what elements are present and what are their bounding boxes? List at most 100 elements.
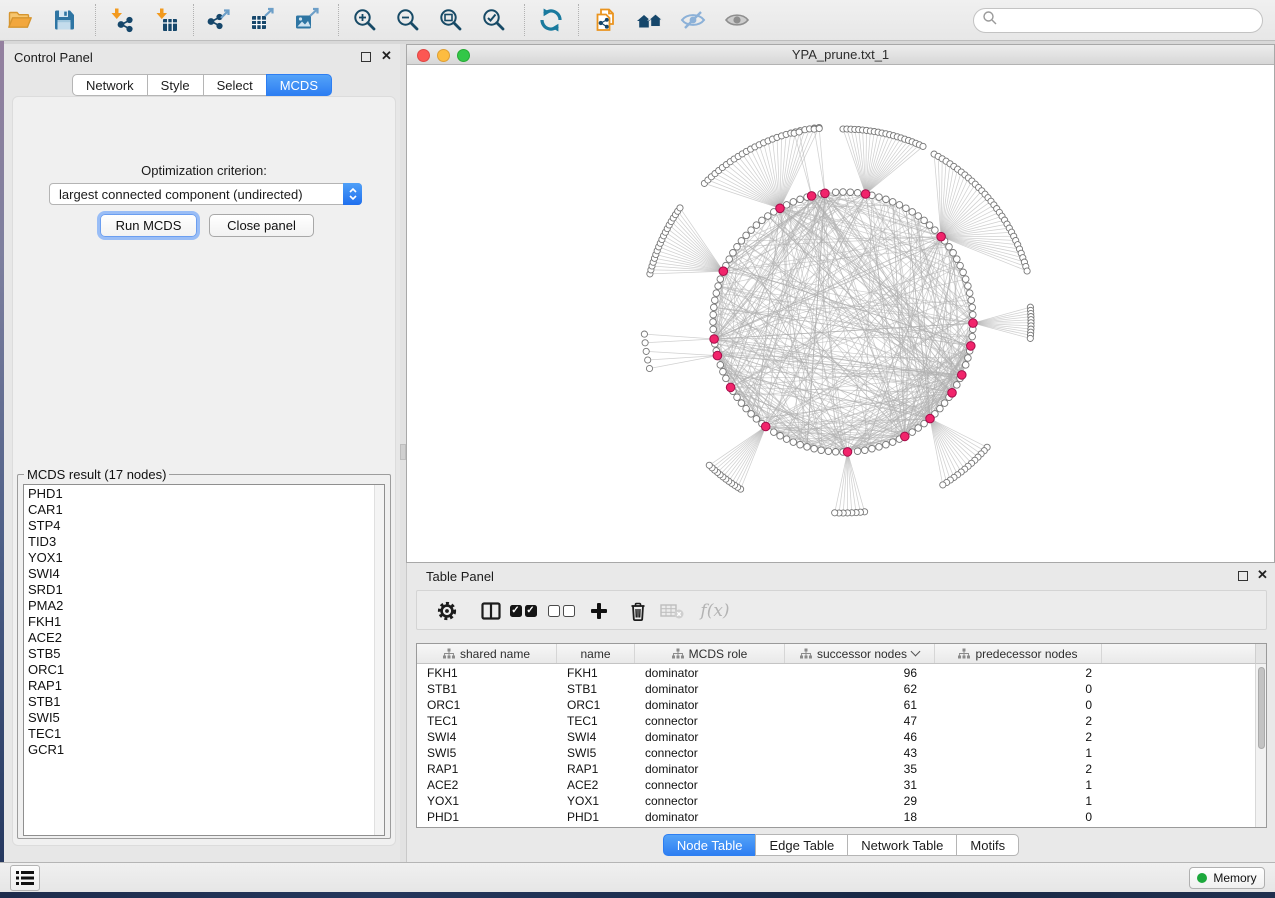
tab-motifs[interactable]: Motifs <box>956 834 1019 856</box>
export-image-icon[interactable] <box>290 3 324 37</box>
table-cell <box>1102 777 1255 793</box>
table-cell <box>1102 793 1255 809</box>
mcds-result-item[interactable]: RAP1 <box>28 678 384 694</box>
control-panel-float-icon[interactable] <box>361 52 371 62</box>
export-table-icon[interactable] <box>246 3 280 37</box>
table-panel-close-icon[interactable]: ✕ <box>1257 570 1268 580</box>
list-icon <box>14 869 36 887</box>
tab-select[interactable]: Select <box>203 74 267 96</box>
duplicate-network-icon[interactable] <box>589 3 623 37</box>
table-panel-float-icon[interactable] <box>1238 571 1248 581</box>
table-row[interactable]: ORC1ORC1dominator610 <box>417 697 1255 713</box>
mcds-result-item[interactable]: SWI4 <box>28 566 384 582</box>
table-row[interactable]: YOX1YOX1connector291 <box>417 793 1255 809</box>
zoom-out-icon[interactable] <box>391 3 425 37</box>
network-canvas[interactable] <box>407 65 1274 562</box>
table-row[interactable]: PHD1PHD1dominator180 <box>417 809 1255 825</box>
table-row[interactable]: ACE2ACE2connector311 <box>417 777 1255 793</box>
table-scrollbar-thumb[interactable] <box>1258 667 1265 749</box>
table-scrollbar[interactable] <box>1255 664 1266 827</box>
control-panel-close-icon[interactable]: ✕ <box>381 51 392 61</box>
delete-column-icon[interactable] <box>625 599 651 623</box>
tab-network-table[interactable]: Network Table <box>847 834 957 856</box>
refresh-layout-icon[interactable] <box>534 3 568 37</box>
zoom-in-icon[interactable] <box>348 3 382 37</box>
import-table-icon[interactable] <box>149 3 183 37</box>
save-session-icon[interactable] <box>47 3 81 37</box>
column-header-predecessor-nodes[interactable]: predecessor nodes <box>935 644 1102 663</box>
network-graph[interactable] <box>407 65 1274 562</box>
open-file-icon[interactable] <box>3 3 37 37</box>
mcds-result-item[interactable]: ACE2 <box>28 630 384 646</box>
mcds-result-item[interactable]: STP4 <box>28 518 384 534</box>
table-cell: dominator <box>635 729 785 745</box>
mcds-result-item[interactable]: STB1 <box>28 694 384 710</box>
column-header-shared-name[interactable]: shared name <box>417 644 557 663</box>
table-row[interactable]: SWI5SWI5connector431 <box>417 745 1255 761</box>
close-panel-button[interactable]: Close panel <box>209 214 314 237</box>
delete-table-icon[interactable] <box>659 599 685 623</box>
table-cell: dominator <box>635 681 785 697</box>
zoom-fit-icon[interactable] <box>434 3 468 37</box>
table-options-gear-icon[interactable] <box>434 599 460 623</box>
export-network-icon[interactable] <box>202 3 236 37</box>
mcds-result-item[interactable]: FKH1 <box>28 614 384 630</box>
show-columns-icon[interactable] <box>478 599 504 623</box>
mcds-result-item[interactable]: GCR1 <box>28 742 384 758</box>
mcds-result-group: MCDS result (17 nodes) PHD1CAR1STP4TID3Y… <box>17 467 391 839</box>
optimization-criterion-select[interactable]: largest connected component (undirected) <box>49 183 362 205</box>
mcds-result-list[interactable]: PHD1CAR1STP4TID3YOX1SWI4SRD1PMA2FKH1ACE2… <box>23 484 385 836</box>
window-close-icon[interactable] <box>417 49 430 62</box>
table-cell: 1 <box>935 777 1102 793</box>
table-cell: TEC1 <box>557 713 635 729</box>
table-row[interactable]: SWI4SWI4dominator462 <box>417 729 1255 745</box>
window-minimize-icon[interactable] <box>437 49 450 62</box>
table-cell: STB1 <box>417 681 557 697</box>
log-console-button[interactable] <box>10 865 40 891</box>
apply-function-icon[interactable]: f(x) <box>697 599 733 623</box>
column-header-successor-nodes[interactable]: successor nodes <box>785 644 935 663</box>
mcds-result-item[interactable]: SWI5 <box>28 710 384 726</box>
hide-selected-icon[interactable] <box>676 3 710 37</box>
select-all-icon[interactable]: ✓✓ <box>510 599 536 623</box>
table-cell: 31 <box>785 777 935 793</box>
column-header-mcds-role[interactable]: MCDS role <box>635 644 785 663</box>
table-row[interactable]: STB1STB1dominator620 <box>417 681 1255 697</box>
tab-mcds[interactable]: MCDS <box>266 74 332 96</box>
mcds-result-item[interactable]: ORC1 <box>28 662 384 678</box>
mcds-result-item[interactable]: PMA2 <box>28 598 384 614</box>
tab-style[interactable]: Style <box>147 74 204 96</box>
column-header-name[interactable]: name <box>557 644 635 663</box>
zoom-selected-icon[interactable] <box>477 3 511 37</box>
tab-edge-table[interactable]: Edge Table <box>755 834 848 856</box>
mcds-result-item[interactable]: STB5 <box>28 646 384 662</box>
tab-node-table[interactable]: Node Table <box>663 834 757 856</box>
toolbar-separator <box>193 4 194 36</box>
mcds-list-scrollbar[interactable] <box>374 485 384 835</box>
mcds-result-item[interactable]: TID3 <box>28 534 384 550</box>
table-row[interactable]: TEC1TEC1connector472 <box>417 713 1255 729</box>
mcds-result-item[interactable]: SRD1 <box>28 582 384 598</box>
table-row[interactable]: FKH1FKH1dominator962 <box>417 665 1255 681</box>
table-cell: dominator <box>635 809 785 825</box>
deselect-all-icon[interactable] <box>548 599 574 623</box>
add-column-icon[interactable] <box>586 599 612 623</box>
first-neighbors-icon[interactable] <box>633 3 667 37</box>
mcds-result-item[interactable]: PHD1 <box>28 486 384 502</box>
tab-network[interactable]: Network <box>72 74 148 96</box>
table-row[interactable]: RAP1RAP1dominator352 <box>417 761 1255 777</box>
mcds-result-item[interactable]: CAR1 <box>28 502 384 518</box>
search-input[interactable] <box>1003 13 1262 28</box>
table-cell: SWI4 <box>557 729 635 745</box>
memory-button[interactable]: Memory <box>1189 867 1265 889</box>
run-mcds-button[interactable]: Run MCDS <box>100 214 197 237</box>
mcds-result-item[interactable]: TEC1 <box>28 726 384 742</box>
memory-status-icon <box>1197 873 1207 883</box>
show-all-icon[interactable] <box>720 3 754 37</box>
import-network-icon[interactable] <box>104 3 138 37</box>
mcds-result-item[interactable]: YOX1 <box>28 550 384 566</box>
column-label: predecessor nodes <box>975 647 1077 661</box>
node-table: shared name name MCDS role successor nod… <box>416 643 1267 828</box>
column-label: shared name <box>460 647 530 661</box>
window-zoom-icon[interactable] <box>457 49 470 62</box>
